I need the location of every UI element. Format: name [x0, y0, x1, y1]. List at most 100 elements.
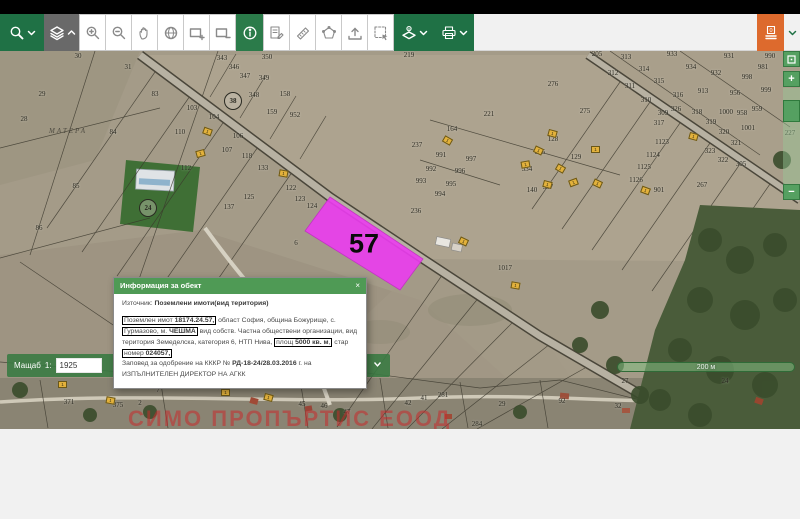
- parcel-number-label: 315: [654, 77, 665, 85]
- window-zoom-in-button[interactable]: [183, 14, 210, 51]
- parcel-number-label: 371: [64, 398, 75, 406]
- pan-button[interactable]: [131, 14, 158, 51]
- search-button[interactable]: [0, 14, 44, 51]
- select-region-button[interactable]: [367, 14, 394, 51]
- parcel-number-label: 309: [658, 109, 669, 117]
- parcel-number-label: 999: [761, 86, 772, 94]
- parcel-number-label: 6: [294, 239, 298, 247]
- parcel-number-label: 158: [280, 90, 291, 98]
- parcel-number-label: 32: [615, 402, 622, 410]
- layers-button[interactable]: [44, 14, 80, 51]
- parcel-number-label: 956: [730, 89, 741, 97]
- parcel-number-label: 92: [559, 397, 566, 405]
- zoom-in-button[interactable]: +: [783, 71, 800, 87]
- parcel-number-label: 934: [686, 63, 697, 71]
- zoom-out-button[interactable]: [105, 14, 132, 51]
- measure-area-button[interactable]: [315, 14, 342, 51]
- statusbar-collapse-chevron[interactable]: [373, 361, 382, 370]
- building-symbol: 1: [510, 281, 520, 289]
- parcel-number-label: 958: [737, 109, 748, 117]
- parcel-number-label: 133: [258, 164, 269, 172]
- window-zoom-out-button[interactable]: [209, 14, 236, 51]
- parcel-number-label: 990: [765, 52, 776, 60]
- popup-header[interactable]: Информация за обект ×: [114, 278, 366, 294]
- export-button[interactable]: [341, 14, 368, 51]
- identify-button[interactable]: [236, 14, 264, 51]
- parcel-number-label: 346: [229, 63, 240, 71]
- parcel-number-label: 140: [527, 186, 538, 194]
- redaction-box: площ 5000 кв. м,: [274, 338, 332, 347]
- parcel-number-label: 159: [267, 108, 278, 116]
- building-symbol: 1: [278, 169, 288, 177]
- measure-distance-button[interactable]: [289, 14, 316, 51]
- parcel-number-label: 1124: [646, 151, 660, 159]
- text-run: област София, община Божурище, с.: [216, 317, 335, 324]
- parcel-number-label: 316: [673, 91, 684, 99]
- scale-label: Мащаб: [14, 361, 41, 370]
- parcel-number-label: 29: [499, 400, 506, 408]
- cart-menu-button[interactable]: 0: [757, 14, 784, 51]
- zoom-extent-button[interactable]: [783, 51, 800, 67]
- parcel-number-label: 994: [435, 190, 446, 198]
- parcel-number-label: 129: [571, 153, 582, 161]
- parcel-number-label: 1126: [629, 176, 643, 184]
- window-top-strip: [0, 0, 800, 14]
- building-symbol: 1: [105, 396, 115, 404]
- full-extent-button[interactable]: [157, 14, 184, 51]
- parcel-number-label: 991: [436, 151, 447, 159]
- parcel-number-label: 326: [671, 105, 682, 113]
- parcel-number-label: 125: [244, 193, 255, 201]
- parcel-number-label: 84: [110, 128, 117, 136]
- print-button[interactable]: [434, 14, 474, 51]
- close-icon[interactable]: ×: [355, 281, 360, 290]
- parcel-number-label: 959: [752, 105, 763, 113]
- map-toolbar: 0: [0, 14, 800, 51]
- parcel-number-label: 319: [706, 118, 717, 126]
- svg-text:0: 0: [769, 28, 772, 34]
- parcel-number-label: 83: [152, 90, 159, 98]
- parcel-number-label: 30: [75, 52, 82, 60]
- parcel-number-label: 27: [622, 377, 629, 385]
- sketch-button[interactable]: [263, 14, 290, 51]
- source-prefix: Източник:: [122, 300, 155, 307]
- parcel-number-label: 343: [217, 54, 228, 62]
- parcel-number-label: 931: [724, 52, 735, 60]
- scale-ratio-label: 1:: [45, 361, 52, 370]
- parcel-number-label: 110: [175, 128, 185, 136]
- layer-legend-button[interactable]: [394, 14, 434, 51]
- parcel-number-label: 313: [621, 53, 632, 61]
- zoom-in-button[interactable]: [79, 14, 106, 51]
- scale-input[interactable]: [56, 358, 102, 373]
- approval-order-text: Заповед за одобрение на КККР № РД-18-24/…: [122, 359, 358, 381]
- parcel-number-label: 998: [742, 73, 753, 81]
- toolbar-more-button[interactable]: [784, 14, 800, 51]
- parcel-number-label: 349: [259, 74, 270, 82]
- parcel-number-label: 24: [722, 377, 729, 385]
- parcel-number-label: 112: [181, 164, 191, 172]
- source-line: Източник: Поземлени имоти(вид територия): [122, 299, 358, 310]
- parcel-number-label: 992: [426, 165, 437, 173]
- parcel-number-label: 997: [466, 155, 477, 163]
- parcel-number-label: 104: [209, 113, 220, 121]
- parcel-number-label: 1017: [498, 264, 512, 272]
- source-value: Поземлени имоти(вид територия): [155, 300, 269, 307]
- parcel-number-label: 118: [242, 152, 252, 160]
- zoom-out-button[interactable]: −: [783, 184, 800, 200]
- parcel-number-label: 350: [262, 53, 273, 61]
- app-window: 0: [0, 0, 800, 519]
- toolbar-spacer: [474, 14, 757, 50]
- redaction-box: Поземлен имот 18174.24.57,: [122, 316, 216, 325]
- parcel-number-label: 317: [654, 119, 665, 127]
- parcel-number-label: 103: [187, 104, 198, 112]
- parcel-number-label: 996: [455, 167, 466, 175]
- parcel-number-label: 311: [625, 82, 635, 90]
- zoom-slider-handle[interactable]: [783, 100, 800, 122]
- parcel-number-label: 305: [736, 160, 747, 168]
- parcel-number-label: 312: [608, 69, 619, 77]
- popup-title: Информация за обект: [120, 281, 201, 290]
- parcel-number-label: 41: [421, 394, 428, 402]
- parcel-number-label: 85: [73, 182, 80, 190]
- building-symbol: 1: [58, 381, 67, 388]
- parcel-number-label: 310: [641, 96, 652, 104]
- parcel-number-label: 952: [290, 111, 301, 119]
